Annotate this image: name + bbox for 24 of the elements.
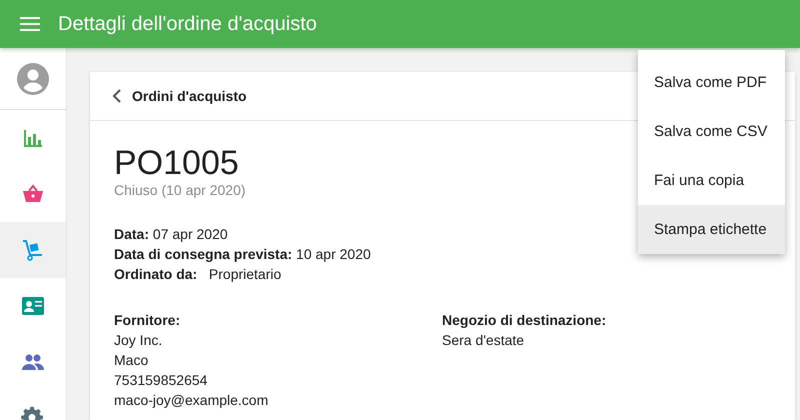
info-line: Sera d'estate (442, 331, 526, 350)
chevron-left-icon (112, 89, 122, 103)
avatar-icon[interactable] (17, 62, 49, 94)
info-line: Joy Inc. (114, 331, 164, 350)
section-heading: Fornitore: (114, 311, 182, 330)
back-link[interactable]: Ordini d'acquisto (112, 88, 247, 104)
info-line: Maco (114, 351, 150, 370)
hand-truck-icon[interactable] (21, 238, 45, 262)
order-number: PO1005 (114, 145, 239, 181)
app-title: Dettagli dell'ordine d'acquisto (58, 12, 317, 36)
order-status: Chiuso (10 apr 2020) (114, 182, 246, 198)
menu-item[interactable]: Fai una copia (638, 156, 785, 205)
section-heading: Negozio di destinazione: (442, 311, 608, 330)
detail-line: Ordinato da: Proprietario (114, 265, 282, 284)
info-line: 753159852654 (114, 371, 208, 390)
contact-card-icon[interactable] (21, 294, 45, 318)
detail-line: Data di consegna prevista: 10 apr 2020 (114, 245, 371, 264)
menu-item[interactable]: Salva come PDF (638, 58, 785, 107)
detail-line: Data: 07 apr 2020 (114, 225, 228, 244)
menu-icon[interactable] (20, 16, 40, 32)
info-line: maco-joy@example.com (114, 391, 270, 410)
menu-item[interactable]: Salva come CSV (638, 107, 785, 156)
menu-item[interactable]: Stampa etichette (638, 205, 785, 254)
nav-item[interactable] (0, 222, 66, 278)
